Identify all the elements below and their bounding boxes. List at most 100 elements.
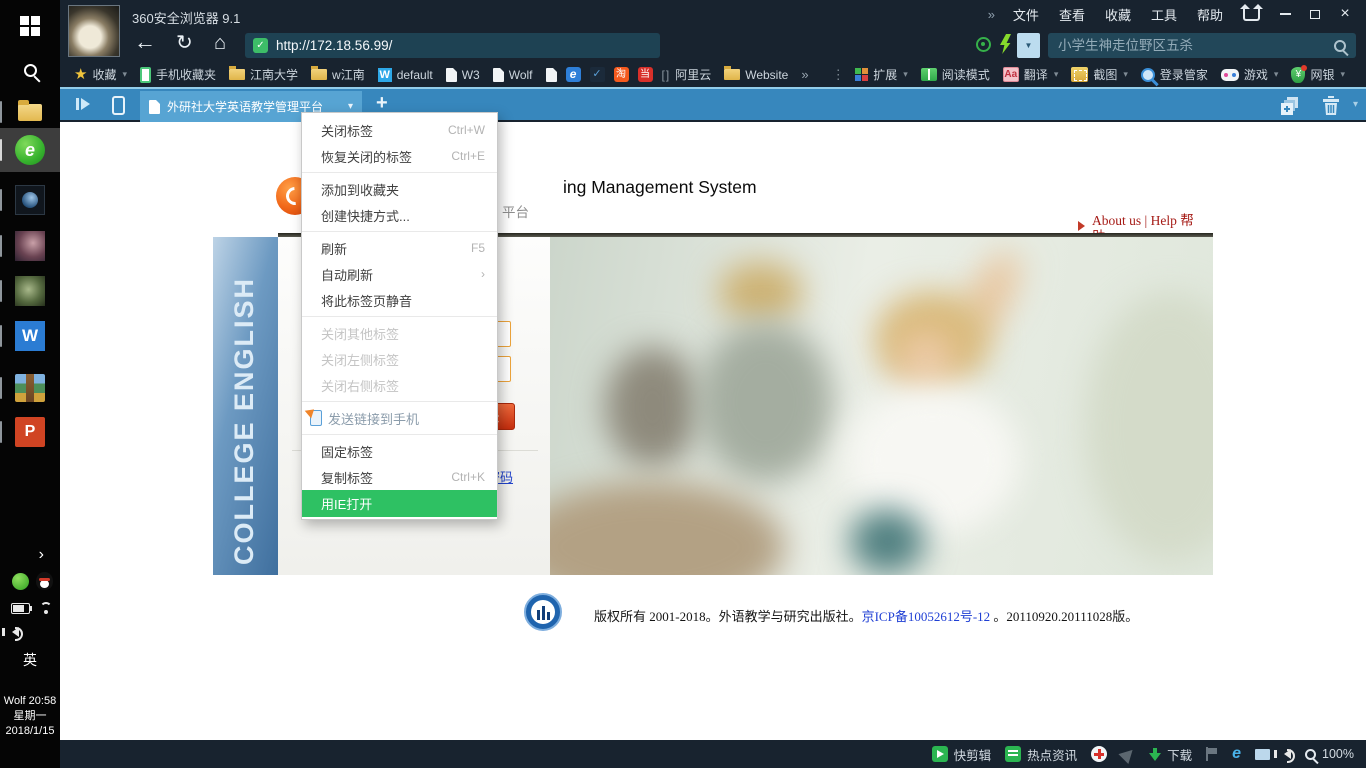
send-to-phone-icon[interactable]: [112, 96, 125, 115]
menu-item-duplicate-tab[interactable]: 复制标签Ctrl+K: [302, 464, 497, 490]
toolbar-login-manager[interactable]: 登录管家: [1141, 66, 1208, 83]
input-language-indicator[interactable]: 英: [0, 650, 60, 670]
boost-button-disabled[interactable]: [1121, 748, 1135, 761]
toolbar-screenshot[interactable]: 截图▾: [1071, 66, 1128, 83]
reload-button[interactable]: ↻: [176, 33, 193, 53]
taskbar-photo-app-1[interactable]: [0, 226, 60, 266]
toolbar-extensions[interactable]: 扩展▾: [855, 66, 908, 83]
speed-lightning-icon[interactable]: [1000, 34, 1011, 54]
wifi-icon[interactable]: [37, 601, 55, 614]
theme-skin-icon[interactable]: [1243, 8, 1260, 21]
menu-item-open-with-ie-highlighted[interactable]: 用IE打开: [302, 490, 497, 517]
menu-item-close-other-tabs-disabled[interactable]: 关闭其他标签: [302, 320, 497, 346]
menu-item-send-link-to-phone[interactable]: 发送链接到手机: [302, 405, 497, 431]
bookmark-folder-wjiangnan[interactable]: w江南: [311, 66, 365, 83]
home-button[interactable]: ⌂: [214, 33, 226, 53]
reading-list-icon[interactable]: [76, 98, 90, 110]
bookmark-aliyun[interactable]: []阿里云: [662, 66, 712, 83]
close-button[interactable]: ×: [1330, 1, 1360, 27]
about-us-help-line1[interactable]: About us | Help 帮: [1092, 213, 1194, 228]
address-bar[interactable]: ✓: [245, 33, 660, 58]
battery-icon[interactable]: [11, 603, 30, 614]
menu-favorites[interactable]: 收藏: [1095, 5, 1141, 24]
toolbar-games[interactable]: 游戏▾: [1221, 66, 1279, 83]
menu-item-create-shortcut[interactable]: 创建快捷方式...: [302, 202, 497, 228]
taskbar-winrar[interactable]: [0, 366, 60, 410]
mute-page-button[interactable]: [1284, 749, 1291, 759]
menu-item-close-left-tabs-disabled[interactable]: 关闭左侧标签: [302, 346, 497, 372]
menu-item-close-tab[interactable]: 关闭标签Ctrl+W: [302, 117, 497, 143]
minimize-button[interactable]: [1270, 1, 1300, 27]
menu-item-refresh[interactable]: 刷新F5: [302, 235, 497, 261]
start-button[interactable]: [0, 6, 60, 46]
menu-help[interactable]: 帮助: [1187, 5, 1233, 24]
bookmark-mobile-favorites[interactable]: 手机收藏夹: [140, 66, 216, 83]
site-safety-shield-icon[interactable]: ✓: [253, 38, 268, 53]
bookmark-default[interactable]: Wdefault: [378, 68, 433, 82]
back-button[interactable]: ←: [134, 32, 156, 52]
taskbar-app-dark[interactable]: [0, 180, 60, 220]
bookmark-favorites-root[interactable]: ★收藏▾: [74, 66, 127, 83]
bookmark-taobao[interactable]: 淘: [614, 67, 629, 82]
bookmark-w3[interactable]: W3: [446, 68, 480, 82]
toolbar-online-banking[interactable]: ¥网银▾: [1291, 66, 1345, 83]
menu-item-auto-refresh[interactable]: 自动刷新›: [302, 261, 497, 287]
volume-icon[interactable]: [12, 627, 19, 637]
tray-qq-icon[interactable]: [36, 572, 53, 590]
url-input[interactable]: [276, 38, 652, 53]
taskbar-powerpoint[interactable]: P: [0, 412, 60, 452]
trash-icon[interactable]: [1322, 95, 1340, 121]
search-box[interactable]: [1048, 33, 1356, 58]
menu-item-mute-tab[interactable]: 将此标签页静音: [302, 287, 497, 313]
menu-file[interactable]: 文件: [1003, 5, 1049, 24]
restore-tabs-icon[interactable]: [1280, 96, 1302, 121]
screenshot-shutter-icon[interactable]: [976, 37, 991, 52]
icp-license-link[interactable]: 京ICP备10052612号-12: [862, 609, 991, 624]
taskbar-file-explorer[interactable]: [0, 92, 60, 132]
menu-item-restore-closed-tab[interactable]: 恢复关闭的标签Ctrl+E: [302, 143, 497, 169]
ie-compat-button[interactable]: e: [1232, 747, 1241, 761]
menubar-overflow-icon[interactable]: »: [980, 7, 1003, 22]
tray-360-icon[interactable]: [12, 573, 29, 590]
chevron-down-icon: ▾: [122, 69, 127, 80]
bookmark-ie-site[interactable]: e: [566, 67, 581, 82]
restore-button[interactable]: [1300, 1, 1330, 27]
bookmark-folder-jiangnan-univ[interactable]: 江南大学: [229, 66, 298, 83]
menu-item-close-right-tabs-disabled[interactable]: 关闭右侧标签: [302, 372, 497, 398]
tab-chevron-icon[interactable]: ▾: [348, 101, 353, 112]
address-dropdown-button[interactable]: ▼: [1017, 33, 1040, 58]
bookmark-wolf[interactable]: Wolf: [493, 68, 533, 82]
zoom-control[interactable]: 100%: [1305, 747, 1354, 761]
publisher-footer-logo: [524, 593, 562, 631]
running-indicator: [0, 421, 2, 443]
search-input[interactable]: [1058, 38, 1326, 53]
bookmark-check-site[interactable]: ✓: [590, 67, 605, 82]
hot-news-button[interactable]: 热点资讯: [1005, 745, 1077, 764]
zoom-level: 100%: [1322, 747, 1354, 761]
menu-view[interactable]: 查看: [1049, 5, 1095, 24]
toolbar-reading-mode[interactable]: 阅读模式: [921, 66, 990, 83]
download-button[interactable]: 下载: [1149, 745, 1192, 764]
taskbar-word[interactable]: W: [0, 316, 60, 356]
taskbar-search-button[interactable]: [0, 50, 60, 90]
tray-expand-button[interactable]: ›: [0, 544, 60, 566]
menu-item-add-to-favorites[interactable]: 添加到收藏夹: [302, 176, 497, 202]
taskbar-photo-app-2[interactable]: [0, 271, 60, 311]
menu-tools[interactable]: 工具: [1141, 5, 1187, 24]
user-avatar[interactable]: [68, 5, 120, 57]
medical-kit-button[interactable]: [1091, 746, 1107, 762]
bookmark-dangdang[interactable]: 当: [638, 67, 653, 82]
bookmark-untitled-page[interactable]: [546, 68, 557, 82]
bookmarks-overflow-button[interactable]: »: [801, 67, 808, 82]
toolbar-translate[interactable]: Aa翻译▾: [1003, 66, 1059, 83]
os-taskbar: e W P › 英 Wolf 20:58 星期一 2018/1/15: [0, 0, 60, 768]
menu-item-pin-tab[interactable]: 固定标签: [302, 438, 497, 464]
search-icon[interactable]: [1334, 40, 1346, 52]
bookmark-folder-website[interactable]: Website: [724, 68, 788, 82]
windows-tile-button[interactable]: [1255, 749, 1270, 760]
tab-list-chevron-icon[interactable]: ▾: [1353, 99, 1358, 110]
flag-button[interactable]: [1206, 747, 1218, 761]
taskbar-clock[interactable]: Wolf 20:58 星期一 2018/1/15: [0, 694, 60, 739]
quick-clip-button[interactable]: 快剪辑: [932, 745, 992, 764]
taskbar-360-browser-active[interactable]: e: [0, 128, 60, 172]
